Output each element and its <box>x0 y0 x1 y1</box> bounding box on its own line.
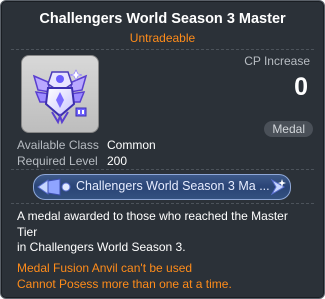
item-title: Challengers World Season 3 Master <box>39 11 286 27</box>
medal-wing-right-icon <box>270 178 286 196</box>
stat-label: Available Class <box>17 138 99 152</box>
item-description: A medal awarded to those who reached the… <box>17 209 317 256</box>
stat-available-class: Available Class Common <box>17 138 156 152</box>
cp-increase-value: 0 <box>294 73 308 101</box>
description-line: A medal awarded to those who reached the… <box>17 209 288 223</box>
stat-required-level: Required Level 200 <box>17 154 127 168</box>
description-line: Tier <box>17 224 38 239</box>
trade-status: Untradeable <box>129 31 196 45</box>
stat-value: Common <box>107 138 156 152</box>
divider <box>11 203 314 204</box>
item-icon-frame <box>21 55 99 133</box>
divider <box>11 169 314 170</box>
stat-value: 200 <box>107 154 128 168</box>
cp-increase-label: CP Increase <box>244 54 310 68</box>
medal-name-bar: Challengers World Season 3 Ma ... <box>33 174 291 200</box>
description-line: in Challengers World Season 3. <box>17 240 186 254</box>
medal-icon <box>32 69 88 125</box>
item-tooltip: Challengers World Season 3 Master Untrad… <box>0 0 325 299</box>
divider <box>11 49 314 50</box>
item-type-badge: Medal <box>264 121 313 137</box>
warning-fusion-anvil: Medal Fusion Anvil can't be used <box>17 261 193 275</box>
medal-name-text: Challengers World Season 3 Ma ... <box>76 179 270 193</box>
medal-wing-left-icon <box>37 178 71 196</box>
warning-possess-one: Cannot Posess more than one at a time. <box>17 277 232 291</box>
stat-label: Required Level <box>17 154 98 168</box>
